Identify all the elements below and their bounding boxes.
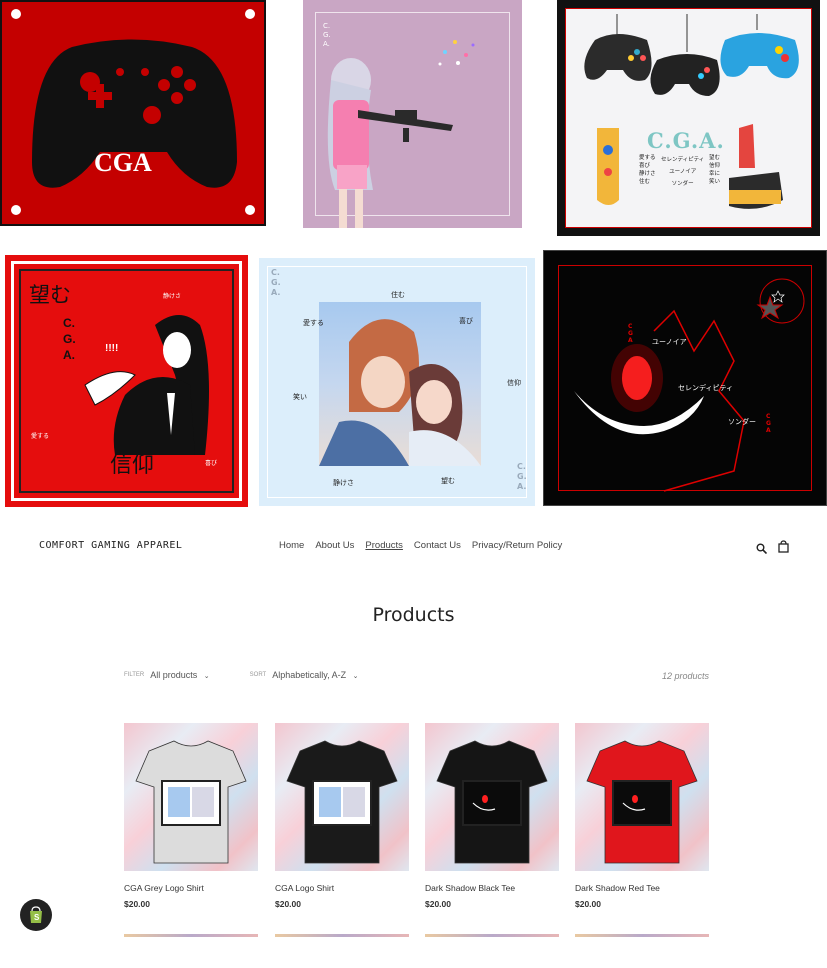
dark-word-2: セレンディピティ [678, 384, 734, 392]
sort-value: Alphabetically, A-Z [272, 670, 347, 680]
product-image[interactable] [425, 723, 559, 871]
couple-word-7: 望む [441, 477, 455, 485]
chevron-down-icon: ⌄ [203, 673, 210, 680]
dark-word-1: ユーノイア [652, 338, 687, 346]
product-image[interactable] [575, 723, 709, 871]
chevron-down-icon: ⌄ [352, 673, 359, 680]
gallery-hanging-controllers: C.G.A. 愛する 喜び 静けさ 住む セレンディピティ ユーノイア ソンダー… [557, 0, 820, 236]
hanging-controllers-art [584, 14, 799, 209]
product-count: 12 products [661, 671, 709, 681]
product-price: $20.00 [124, 899, 150, 909]
product-row-2-placeholder [275, 934, 409, 937]
product-image[interactable] [275, 723, 409, 871]
couple-art [319, 302, 481, 466]
product-image[interactable] [124, 723, 258, 871]
couple-corner-br: C. G. A. [517, 462, 527, 491]
filter-label: FILTER [124, 672, 145, 678]
page-title: Products [372, 604, 455, 626]
filter-value: All products [150, 670, 198, 680]
nav-about-us[interactable]: About Us [315, 540, 354, 551]
couple-word-6: 静けさ [333, 479, 354, 487]
product-name[interactable]: CGA Logo Shirt [275, 883, 409, 893]
controllers-words-2: セレンディピティ ユーノイア ソンダー [661, 157, 705, 187]
product-row-2-placeholder [575, 934, 709, 937]
couple-word-1: 住む [391, 291, 405, 299]
nav-products[interactable]: Products [365, 540, 403, 551]
nav-home[interactable]: Home [279, 540, 304, 551]
nav-contact-us[interactable]: Contact Us [414, 540, 461, 551]
controllers-logo: C.G.A. [647, 128, 725, 153]
couple-word-2: 愛する [303, 319, 324, 327]
product-row-2-placeholder [425, 934, 559, 937]
product-price: $20.00 [275, 899, 301, 909]
nav-privacy-return[interactable]: Privacy/Return Policy [472, 540, 562, 551]
dark-shadow-figure [574, 278, 805, 492]
gallery-controller-logo: CGA [0, 0, 266, 226]
couple-word-5: 信仰 [507, 379, 521, 387]
product-card[interactable]: Dark Shadow Black Tee $20.00 [425, 723, 559, 909]
dark-cga-2: C G A [766, 413, 771, 434]
gallery-dark-shadow: ユーノイア セレンディピティ ソンダー C G A C G A [543, 250, 827, 506]
filter-sort-bar: FILTER All products ⌄ SORT Alphabeticall… [124, 670, 358, 680]
couple-corner-tl: C. G. A. [271, 268, 281, 297]
gallery-couple: C. G. A. C. G. A. 住む 愛する 喜び 笑い 信仰 静けさ 望む [259, 258, 535, 506]
product-name[interactable]: Dark Shadow Black Tee [425, 883, 559, 893]
filter-select[interactable]: All products ⌄ [150, 670, 209, 680]
red-poster-figure [84, 315, 209, 455]
product-card[interactable]: CGA Grey Logo Shirt $20.00 [124, 723, 258, 909]
product-price: $20.00 [575, 899, 601, 909]
controller-icon [11, 9, 255, 215]
couple-word-3: 喜び [459, 317, 473, 325]
product-card[interactable]: CGA Logo Shirt $20.00 [275, 723, 409, 909]
gallery-red-poster: 望む 信仰 C. G. A. !!!! 静けさ 愛する 喜び [5, 255, 248, 507]
dark-cga-1: C G A [628, 323, 633, 344]
controllers-words-3: 望む 信仰 幸に 笑い [709, 155, 721, 185]
couple-word-4: 笑い [293, 393, 307, 401]
controller-logo-text: CGA [94, 148, 152, 177]
product-card[interactable]: Dark Shadow Red Tee $20.00 [575, 723, 709, 909]
search-icon[interactable] [756, 541, 768, 555]
main-nav: Home About Us Products Contact Us Privac… [279, 540, 562, 551]
product-name[interactable]: Dark Shadow Red Tee [575, 883, 709, 893]
gallery-anime-girl: C. G. A. [303, 0, 522, 228]
product-name[interactable]: CGA Grey Logo Shirt [124, 883, 258, 893]
controllers-words-1: 愛する 喜び 静けさ 住む [639, 155, 656, 185]
cart-icon[interactable] [778, 540, 789, 553]
brand-logo[interactable]: COMFORT GAMING APPAREL [39, 540, 182, 551]
shopify-bag-icon[interactable]: S [20, 899, 52, 931]
dark-word-3: ソンダー [728, 418, 756, 426]
sort-label: SORT [249, 672, 267, 678]
product-price: $20.00 [425, 899, 451, 909]
svg-text:S: S [34, 913, 40, 922]
sort-select[interactable]: Alphabetically, A-Z ⌄ [272, 670, 358, 680]
anime-girl-figure [327, 40, 475, 228]
product-row-2-placeholder [124, 934, 258, 937]
